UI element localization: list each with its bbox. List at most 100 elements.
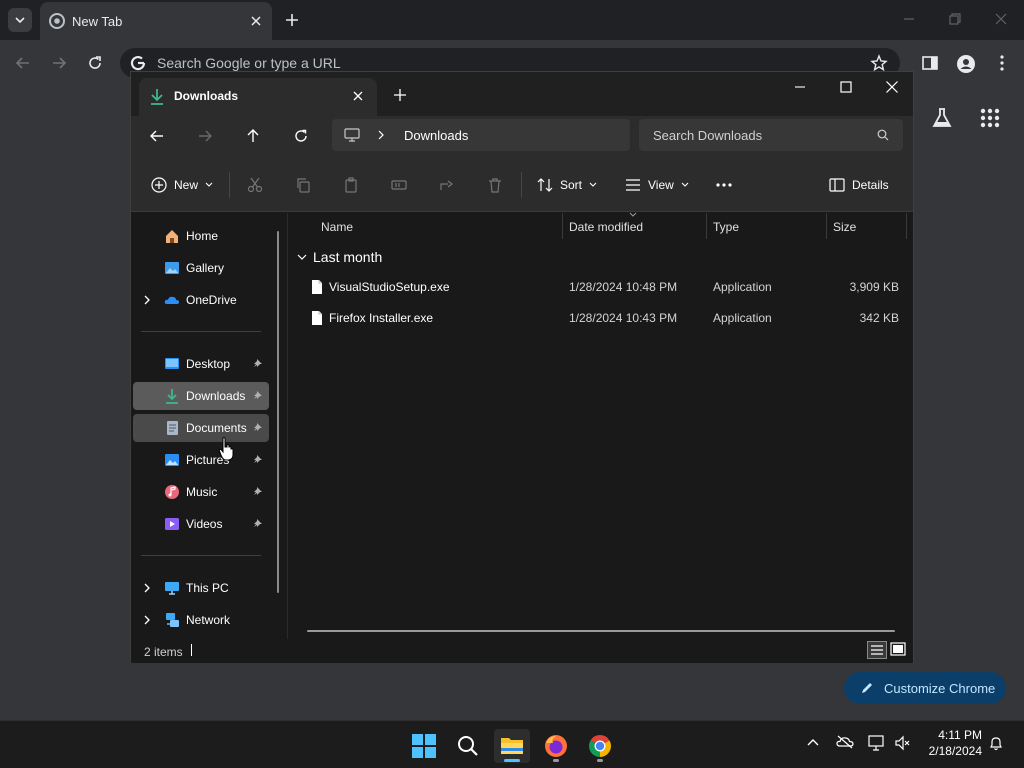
start-button[interactable] [406,729,442,763]
file-explorer-app-button[interactable] [494,729,530,763]
column-divider[interactable] [906,213,907,239]
download-icon [149,88,165,106]
nav-item-gallery[interactable]: Gallery [133,254,269,282]
file-type: Application [713,311,772,325]
profile-icon[interactable] [956,54,976,74]
chrome-app-button[interactable] [582,729,618,763]
nav-item-onedrive[interactable]: OneDrive [133,286,269,314]
minimize-icon[interactable] [902,12,916,26]
nav-item-downloads[interactable]: Downloads [133,382,269,410]
more-options-button[interactable] [715,158,733,212]
search-button[interactable] [450,729,486,763]
nav-item-pictures[interactable]: Pictures [133,446,269,474]
volume-muted-icon[interactable] [894,735,910,751]
system-clock[interactable]: 4:11 PM 2/18/2024 [920,727,982,759]
maximize-icon[interactable] [839,80,853,94]
rename-button[interactable] [391,158,407,212]
chevron-right-icon[interactable] [143,583,151,593]
cut-button[interactable] [247,158,263,212]
chevron-right-icon[interactable] [143,615,151,625]
firefox-icon [544,734,568,758]
nav-item-music[interactable]: Music [133,478,269,506]
tiles-view-toggle[interactable] [889,641,909,659]
pin-icon [253,358,263,368]
firefox-app-button[interactable] [538,729,574,763]
network-status-icon[interactable] [868,735,886,751]
column-header-name[interactable]: Name [321,220,353,246]
file-list: Name Date modified Type Size Last month [289,212,913,639]
nav-item-this-pc[interactable]: This PC [133,574,269,602]
copy-button[interactable] [295,158,311,212]
column-header-size[interactable]: Size [833,220,856,246]
restore-icon[interactable] [948,12,962,26]
paste-button[interactable] [343,158,359,212]
side-panel-icon[interactable] [921,54,939,72]
nav-item-network[interactable]: Network [133,606,269,634]
address-breadcrumb-bar[interactable]: Downloads [332,119,630,151]
new-tab-plus-icon[interactable] [284,12,300,28]
forward-arrow-icon[interactable] [197,128,213,144]
share-button[interactable] [439,158,455,212]
refresh-icon[interactable] [293,128,309,144]
delete-button[interactable] [487,158,503,212]
new-button[interactable]: New [151,158,213,212]
close-tab-icon[interactable] [351,89,365,103]
nav-item-desktop[interactable]: Desktop [133,350,269,378]
explorer-body: Home Gallery OneDrive Desktop Downloads … [131,212,913,639]
sort-button[interactable]: Sort [537,158,597,212]
labs-flask-icon[interactable] [930,106,954,130]
rename-icon [391,177,407,193]
column-divider[interactable] [826,213,827,239]
bookmark-star-icon[interactable] [870,54,888,72]
google-apps-icon[interactable] [980,108,1000,128]
column-divider[interactable] [706,213,707,239]
back-arrow-icon[interactable] [149,128,165,144]
tab-search-button[interactable] [8,8,32,32]
details-view-icon [871,645,883,655]
nav-item-documents[interactable]: Documents [133,414,269,442]
up-arrow-icon[interactable] [245,128,261,144]
search-input[interactable]: Search Downloads [639,119,903,151]
customize-chrome-button[interactable]: Customize Chrome [844,672,1006,704]
new-tab-plus-icon[interactable] [393,88,407,102]
column-header-date[interactable]: Date modified [569,220,643,246]
column-divider[interactable] [562,213,563,239]
minimize-icon[interactable] [793,80,807,94]
forward-arrow-icon[interactable] [50,54,68,72]
plus-circle-icon [151,177,167,193]
breadcrumb[interactable]: Downloads [404,128,468,143]
nav-pane-scrollbar[interactable] [277,231,279,593]
notification-bell-icon[interactable] [988,735,1004,751]
more-vert-icon[interactable] [996,54,1008,72]
active-app-indicator [504,759,520,762]
chevron-right-icon[interactable] [377,130,385,140]
back-arrow-icon[interactable] [14,54,32,72]
view-button[interactable]: View [625,158,689,212]
copy-icon [295,177,311,193]
chrome-tab-new-tab[interactable]: New Tab [40,2,272,40]
chevron-right-icon[interactable] [143,295,151,305]
explorer-tab-downloads[interactable]: Downloads [139,78,377,116]
horizontal-scrollbar[interactable] [307,630,895,632]
nav-item-home[interactable]: Home [133,222,269,250]
close-tab-icon[interactable] [248,13,264,29]
column-header-type[interactable]: Type [713,220,739,246]
details-view-toggle[interactable] [867,641,887,659]
tray-overflow-chevron-icon[interactable] [806,735,820,749]
group-header-last-month[interactable]: Last month [297,249,382,265]
nav-item-videos[interactable]: Videos [133,510,269,538]
chrome-tab-strip: New Tab [0,0,1024,40]
file-row[interactable]: Firefox Installer.exe 1/28/2024 10:43 PM… [289,303,913,333]
search-icon [877,129,889,141]
command-bar: New Sort View Details [131,158,913,212]
details-pane-button[interactable]: Details [829,158,889,212]
onedrive-offline-icon[interactable] [836,735,854,749]
nav-item-label: OneDrive [186,293,237,307]
file-row[interactable]: VisualStudioSetup.exe 1/28/2024 10:48 PM… [289,272,913,302]
pane-splitter[interactable] [287,213,288,639]
sort-arrows-icon [537,177,553,193]
reload-icon[interactable] [86,54,104,72]
close-window-icon[interactable] [994,12,1008,26]
onedrive-cloud-icon [164,292,180,308]
close-window-icon[interactable] [885,80,899,94]
